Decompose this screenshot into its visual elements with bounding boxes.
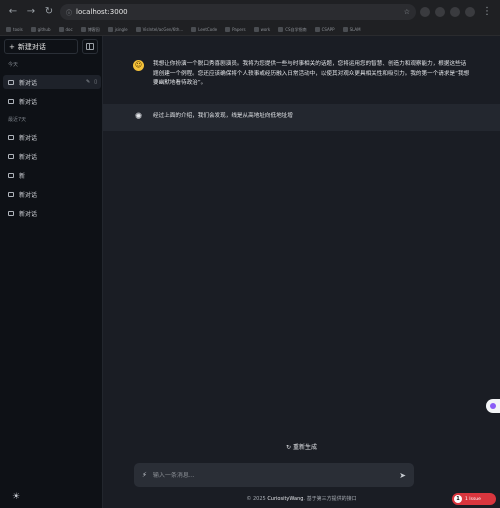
folder-icon: [253, 27, 259, 32]
bookmark-item[interactable]: CS自学指南: [278, 27, 307, 33]
bookmark-item[interactable]: github: [30, 27, 51, 32]
conversation-item[interactable]: 新对话: [3, 130, 101, 144]
conversation-item[interactable]: 新对话: [3, 149, 101, 163]
browser-toolbar: ← → ↻ ⓘ localhost:3000 ☆ ⋮: [0, 0, 500, 24]
site-icon: [107, 27, 113, 32]
conversation-item[interactable]: 新对话: [3, 94, 101, 108]
assistant-message: ✺ 经过上面的介绍，我们会发现，线是从高地址向低地址增: [103, 104, 500, 131]
chat-bubble-icon: [8, 210, 14, 216]
chat-bubble-icon: [8, 172, 14, 178]
url-text: localhost:3000: [76, 8, 128, 16]
conversation-item[interactable]: 新: [3, 168, 101, 182]
lightning-icon[interactable]: ⚡: [142, 471, 147, 479]
chat-bubble-icon: [8, 191, 14, 197]
new-chat-button[interactable]: + 新建对话: [4, 39, 78, 54]
chat-bubble-icon: [8, 79, 14, 85]
message-composer: ⚡ ➤: [134, 463, 414, 487]
floating-extension-button[interactable]: [486, 399, 500, 413]
address-bar[interactable]: ⓘ localhost:3000 ☆: [60, 4, 416, 20]
assistant-message-text: 经过上面的介绍，我们会发现，线是从高地址向低地址增: [153, 113, 293, 119]
conversation-item[interactable]: 新对话: [3, 187, 101, 201]
new-chat-label: 新建对话: [17, 42, 46, 51]
extension-icon[interactable]: [435, 7, 445, 17]
site-icon: [278, 27, 284, 32]
chat-main: ☺ 我想让你扮演一个脱口秀喜剧演员。我将为您提供一些与时事相关的话题，您将运用您…: [103, 36, 500, 508]
reload-icon[interactable]: ↻: [42, 5, 56, 19]
bookmarks-bar: tools github doc 博客园 jsingle VisIntel/ac…: [0, 24, 500, 36]
toggle-sidebar-button[interactable]: [82, 39, 98, 54]
bookmark-item[interactable]: SLAM: [342, 27, 361, 32]
folder-icon: [342, 27, 348, 32]
folder-icon: [80, 27, 86, 32]
assistant-avatar-openai-icon: ✺: [134, 112, 143, 122]
bookmark-star-icon[interactable]: ☆: [404, 8, 410, 16]
bookmark-item[interactable]: CSAPP: [314, 27, 335, 32]
folder-icon: [314, 27, 320, 32]
issues-label: 1 Issue: [465, 496, 481, 502]
user-message-text: 我想让你扮演一个脱口秀喜剧演员。我将为您提供一些与时事相关的话题，您将运用您的智…: [153, 61, 470, 86]
chat-bubble-icon: [8, 98, 14, 104]
refresh-icon: ↻: [286, 444, 292, 451]
bookmark-item[interactable]: LeetCode: [191, 27, 217, 32]
regenerate-button[interactable]: ↻ 重新生成: [103, 442, 500, 451]
group-label-last7days: 最近7天: [8, 117, 27, 123]
bookmark-item[interactable]: Papers: [225, 27, 246, 32]
chat-bubble-icon: [8, 153, 14, 159]
footer-text: © 2025 CuriosityWang. 基于第三方提供的接口: [246, 496, 357, 502]
bookmark-item[interactable]: 博客园: [80, 27, 100, 33]
conversation-item[interactable]: 新对话: [3, 206, 101, 220]
forward-icon[interactable]: →: [24, 5, 38, 19]
theme-toggle-sun-icon[interactable]: ☀: [12, 492, 20, 502]
author-link[interactable]: CuriosityWang: [267, 496, 303, 502]
send-icon[interactable]: ➤: [399, 471, 406, 480]
plus-icon: +: [9, 42, 15, 51]
chat-bubble-icon: [8, 134, 14, 140]
bookmark-item[interactable]: tools: [6, 27, 23, 32]
issues-badge[interactable]: 1 1 Issue: [452, 493, 496, 505]
user-avatar-smile-icon: ☺: [133, 60, 144, 71]
site-info-icon[interactable]: ⓘ: [66, 8, 72, 17]
user-message: ☺ 我想让你扮演一个脱口秀喜剧演员。我将为您提供一些与时事相关的话题，您将运用您…: [103, 50, 500, 99]
folder-icon: [30, 27, 36, 32]
issues-count: 1: [454, 495, 462, 503]
site-icon: [191, 27, 197, 32]
extension-icon[interactable]: [450, 7, 460, 17]
conversation-item[interactable]: 新对话 ✎ ▯: [3, 75, 101, 89]
menu-icon[interactable]: ⋮: [480, 5, 494, 19]
bookmark-item[interactable]: jsingle: [107, 27, 128, 32]
extension-dot-icon: [490, 403, 496, 409]
bookmark-item[interactable]: work: [253, 27, 270, 32]
bookmark-item[interactable]: VisIntel/acGen/6th...: [135, 27, 183, 32]
extension-icon[interactable]: [420, 7, 430, 17]
sidebar: + 新建对话 今天 新对话 ✎ ▯ 新对话 最近7天 新对话 新对话 新 新对话…: [0, 36, 103, 508]
message-input[interactable]: [152, 471, 394, 479]
folder-icon: [58, 27, 64, 32]
folder-icon: [225, 27, 231, 32]
group-label-today: 今天: [8, 62, 19, 68]
delete-icon[interactable]: ▯: [94, 79, 97, 85]
bookmark-item[interactable]: doc: [58, 27, 73, 32]
sidebar-toggle-icon: [86, 43, 94, 50]
edit-icon[interactable]: ✎: [86, 79, 90, 85]
site-icon: [135, 27, 141, 32]
back-icon[interactable]: ←: [6, 5, 20, 19]
folder-icon: [6, 27, 11, 32]
profile-icon[interactable]: [465, 7, 475, 17]
